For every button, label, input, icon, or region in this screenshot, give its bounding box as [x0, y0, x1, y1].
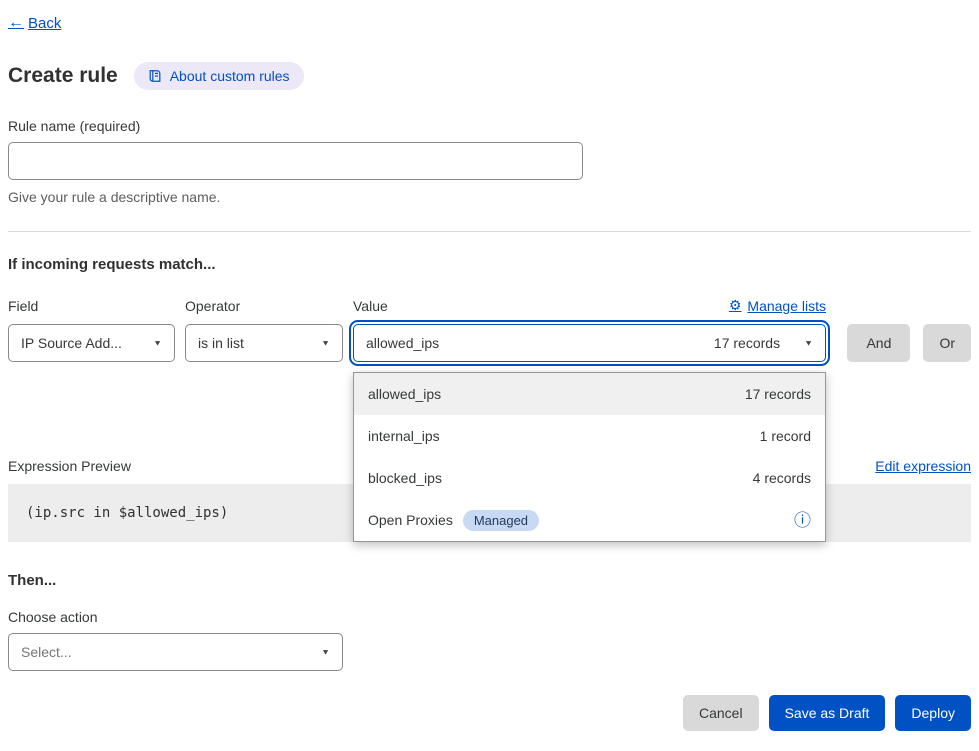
andor-cell: And Or: [836, 324, 971, 362]
list-option-records: 4 records: [753, 470, 811, 486]
value-cell: allowed_ips 17 records ▼ allowed_ips 17 …: [353, 324, 826, 362]
match-controls: Field Operator Value ⚙ Manage lists IP S…: [8, 297, 971, 362]
list-option-blocked-ips[interactable]: blocked_ips 4 records: [354, 457, 825, 499]
action-select-placeholder: Select...: [21, 644, 72, 660]
list-option-open-proxies[interactable]: Open Proxies Managed ⓘ: [354, 499, 825, 541]
list-option-name: internal_ips: [368, 428, 440, 444]
chevron-down-icon: ▼: [153, 339, 162, 348]
value-label: Value: [353, 298, 388, 314]
field-select-value: IP Source Add...: [21, 335, 122, 351]
list-option-internal-ips[interactable]: internal_ips 1 record: [354, 415, 825, 457]
manage-lists-link[interactable]: ⚙ Manage lists: [729, 297, 826, 314]
back-label: Back: [28, 15, 61, 32]
section-divider: [8, 231, 971, 232]
chevron-down-icon: ▼: [321, 339, 330, 348]
operator-label: Operator: [185, 298, 343, 314]
field-label: Field: [8, 298, 175, 314]
then-section: Then... Choose action Select... ▼: [8, 572, 971, 671]
value-select-records: 17 records: [714, 335, 780, 351]
create-rule-page: ← Back Create rule About custom rules Ru…: [0, 0, 979, 751]
edit-expression-link[interactable]: Edit expression: [875, 458, 971, 474]
rule-name-input[interactable]: [8, 142, 583, 180]
managed-badge: Managed: [463, 510, 539, 531]
list-option-records: 17 records: [745, 386, 811, 402]
chevron-down-icon: ▼: [804, 339, 813, 348]
deploy-button[interactable]: Deploy: [895, 695, 971, 731]
page-title: Create rule: [8, 64, 118, 88]
chevron-down-icon: ▼: [321, 648, 330, 657]
gear-icon: ⚙: [729, 297, 742, 314]
back-arrow-icon: ←: [8, 14, 24, 32]
rule-name-label: Rule name (required): [8, 118, 971, 134]
operator-select-value: is in list: [198, 335, 244, 351]
then-heading: Then...: [8, 572, 971, 589]
rule-name-help: Give your rule a descriptive name.: [8, 189, 971, 205]
match-heading: If incoming requests match...: [8, 256, 971, 273]
value-label-cell: Value ⚙ Manage lists: [353, 297, 826, 314]
save-as-draft-button[interactable]: Save as Draft: [769, 695, 886, 731]
about-custom-rules-link[interactable]: About custom rules: [134, 62, 304, 90]
list-dropdown-menu: allowed_ips 17 records internal_ips 1 re…: [353, 372, 826, 542]
rule-name-group: Rule name (required) Give your rule a de…: [8, 118, 971, 205]
operator-select[interactable]: is in list ▼: [185, 324, 343, 362]
value-select-name: allowed_ips: [366, 335, 439, 351]
or-button[interactable]: Or: [923, 324, 971, 362]
about-custom-rules-label: About custom rules: [170, 68, 290, 84]
footer-actions: Cancel Save as Draft Deploy: [8, 695, 971, 731]
list-option-records: 1 record: [760, 428, 811, 444]
list-option-allowed-ips[interactable]: allowed_ips 17 records: [354, 373, 825, 415]
field-select[interactable]: IP Source Add... ▼: [8, 324, 175, 362]
list-option-name: blocked_ips: [368, 470, 442, 486]
cancel-button[interactable]: Cancel: [683, 695, 759, 731]
book-icon: [148, 69, 162, 83]
info-icon[interactable]: ⓘ: [794, 512, 811, 529]
manage-lists-label: Manage lists: [747, 298, 826, 314]
expression-code: (ip.src in $allowed_ips): [26, 505, 228, 521]
title-row: Create rule About custom rules: [8, 62, 971, 90]
choose-action-label: Choose action: [8, 609, 971, 625]
list-option-name: allowed_ips: [368, 386, 441, 402]
value-select[interactable]: allowed_ips 17 records ▼: [353, 324, 826, 362]
and-button[interactable]: And: [847, 324, 910, 362]
expression-preview-label: Expression Preview: [8, 458, 131, 474]
action-select[interactable]: Select... ▼: [8, 633, 343, 671]
list-option-name: Open Proxies: [368, 512, 453, 528]
back-link[interactable]: ← Back: [8, 14, 61, 32]
